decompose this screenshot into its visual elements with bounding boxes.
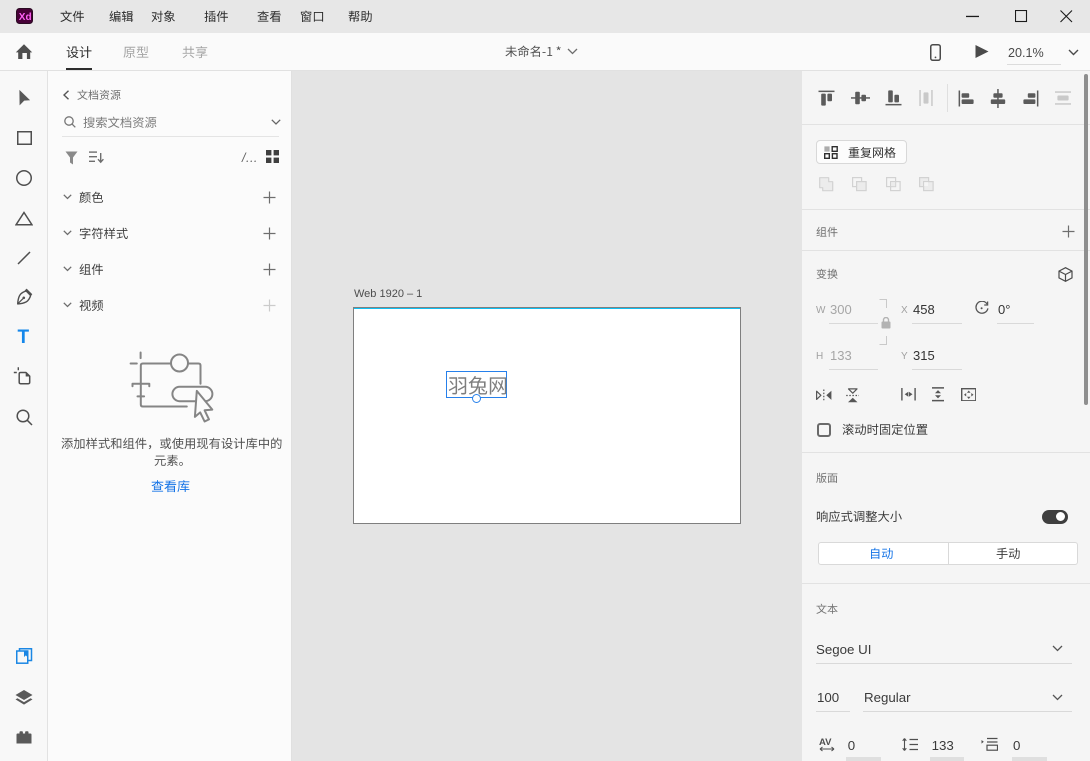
svg-text:AV: AV — [819, 737, 832, 748]
